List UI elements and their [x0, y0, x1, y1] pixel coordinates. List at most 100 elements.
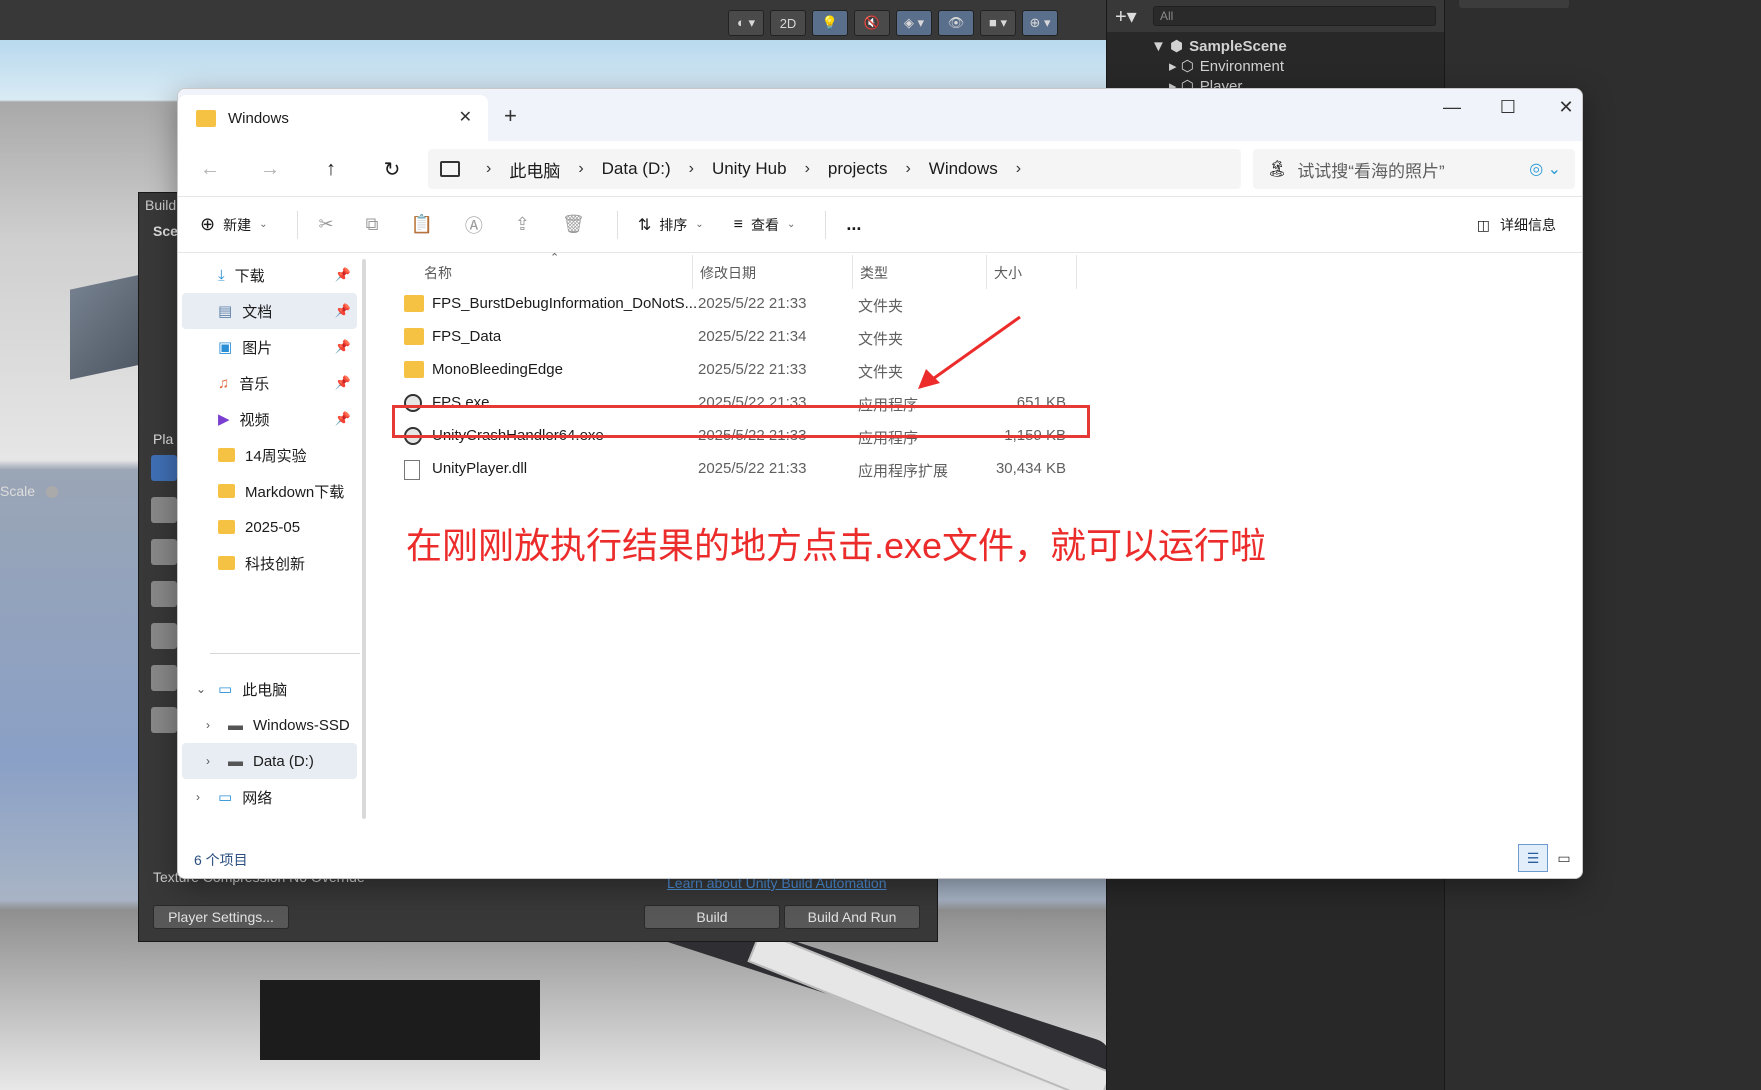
maximize-icon[interactable]: ☐ — [1488, 97, 1528, 118]
file-row[interactable]: UnityPlayer.dll 2025/5/22 21:33 应用程序扩展 3… — [376, 451, 1196, 488]
webgl-platform-icon[interactable] — [151, 539, 177, 565]
explorer-tab[interactable]: Windows ✕ — [178, 95, 488, 141]
sidebar-item-music[interactable]: ♫ 音乐 📌 — [182, 365, 357, 401]
view-button[interactable]: ≡ 查看 ⌄ — [734, 215, 796, 235]
sidebar-item-folder[interactable]: Markdown下载 — [182, 473, 357, 509]
file-date: 2025/5/22 21:34 — [698, 328, 807, 345]
rename-icon[interactable]: Ⓐ — [465, 212, 483, 238]
minimize-icon[interactable]: — — [1432, 97, 1472, 118]
close-tab-icon[interactable]: ✕ — [459, 107, 472, 127]
details-pane-button[interactable]: ◫ 详细信息 — [1477, 215, 1556, 235]
camera-icon[interactable]: ■ ▾ — [980, 10, 1016, 36]
close-window-icon[interactable]: ✕ — [1546, 97, 1582, 118]
android-platform-icon[interactable] — [151, 581, 177, 607]
add-icon[interactable]: +▾ — [1115, 4, 1145, 29]
gizmos-icon[interactable]: ⊕ ▾ — [1022, 10, 1058, 36]
paste-icon[interactable]: 📋 — [410, 214, 432, 235]
tiles-view-icon[interactable]: ▭ — [1552, 844, 1576, 872]
column-header-size[interactable]: 大小 — [994, 263, 1022, 283]
chevron-right-icon[interactable]: › — [206, 718, 210, 732]
sidebar-item-documents[interactable]: ▤ 文档 📌 — [182, 293, 357, 329]
sidebar-item-network[interactable]: › ▭ 网络 — [182, 779, 357, 815]
pin-icon[interactable]: 📌 — [335, 375, 351, 391]
ps4-platform-icon[interactable] — [151, 665, 177, 691]
effects-toggle-icon[interactable]: ◈ ▾ — [896, 10, 932, 36]
player-settings-button[interactable]: Player Settings... — [153, 905, 289, 929]
sidebar-item-folder[interactable]: 科技创新 — [182, 545, 357, 581]
column-divider[interactable] — [852, 255, 853, 289]
scale-slider-handle[interactable] — [46, 486, 58, 498]
sidebar-item-this-pc[interactable]: ⌄ ▭ 此电脑 — [182, 671, 357, 707]
breadcrumb-data-d[interactable]: Data (D:) — [602, 159, 671, 179]
file-row[interactable]: FPS_BurstDebugInformation_DoNotS... 2025… — [376, 286, 1196, 323]
column-divider[interactable] — [986, 255, 987, 289]
lighting-toggle-icon[interactable]: 💡 — [812, 10, 848, 36]
column-header-name[interactable]: 名称 — [424, 263, 452, 283]
chevron-down-icon[interactable]: ⌄ — [196, 682, 206, 696]
windows-platform-icon[interactable] — [151, 455, 177, 481]
file-row[interactable]: MonoBleedingEdge 2025/5/22 21:33 文件夹 — [376, 352, 1196, 389]
server-platform-icon[interactable] — [151, 497, 177, 523]
sort-button[interactable]: ⇅ 排序 ⌄ — [638, 215, 704, 235]
hierarchy-search-input[interactable]: All — [1153, 6, 1436, 26]
chevron-right-icon[interactable]: › — [1016, 160, 1021, 178]
pin-icon[interactable]: 📌 — [335, 339, 351, 355]
breadcrumb-projects[interactable]: projects — [828, 159, 888, 179]
share-icon[interactable]: ⇪ — [515, 214, 530, 235]
chevron-right-icon[interactable]: › — [905, 160, 910, 178]
inspector-tab[interactable] — [1459, 0, 1569, 8]
details-view-icon[interactable]: ☰ — [1518, 844, 1548, 872]
file-row[interactable]: FPS_Data 2025/5/22 21:34 文件夹 — [376, 319, 1196, 356]
sidebar-item-windows-ssd[interactable]: › ▬ Windows-SSD — [182, 707, 357, 743]
column-header-date[interactable]: 修改日期 — [700, 263, 756, 283]
more-button[interactable]: ... — [846, 214, 861, 235]
ios-platform-icon[interactable] — [151, 623, 177, 649]
sidebar-item-videos[interactable]: ▶ 视频 📌 — [182, 401, 357, 437]
breadcrumb-this-pc[interactable]: 此电脑 — [509, 157, 560, 182]
ps5-platform-icon[interactable] — [151, 707, 177, 733]
address-bar[interactable]: › 此电脑 › Data (D:) › Unity Hub › projects… — [428, 149, 1241, 189]
build-and-run-button[interactable]: Build And Run — [784, 905, 920, 929]
build-button[interactable]: Build — [644, 905, 780, 929]
chevron-right-icon[interactable]: › — [486, 160, 491, 178]
chevron-right-icon[interactable]: › — [689, 160, 694, 178]
chevron-right-icon[interactable]: › — [196, 790, 200, 804]
pin-icon[interactable]: 📌 — [335, 303, 351, 319]
column-divider[interactable] — [1076, 255, 1077, 289]
copy-icon[interactable]: ⧉ — [366, 214, 379, 235]
sidebar-item-label: 此电脑 — [242, 681, 288, 699]
copilot-icon[interactable]: ◎ ⌄ — [1529, 159, 1561, 179]
sidebar-item-downloads[interactable]: ⤓ 下载 📌 — [182, 257, 357, 293]
shading-mode-button[interactable]: ◐ ▾ — [728, 10, 764, 36]
visibility-toggle-icon[interactable]: 👁 — [938, 10, 974, 36]
column-header-type[interactable]: 类型 — [860, 263, 888, 283]
sidebar-item-label: 音乐 — [239, 375, 270, 393]
back-arrow-icon[interactable]: ← — [196, 155, 224, 183]
hierarchy-scene-item[interactable]: ▼ ⬢ SampleScene — [1107, 36, 1444, 56]
refresh-icon[interactable]: ↻ — [378, 155, 406, 183]
pin-icon[interactable]: 📌 — [335, 267, 351, 283]
pin-icon[interactable]: 📌 — [335, 411, 351, 427]
new-button[interactable]: ⊕ 新建 ⌄ — [200, 214, 267, 235]
chevron-right-icon[interactable]: › — [206, 754, 210, 768]
forward-arrow-icon[interactable]: → — [256, 155, 284, 183]
sidebar-item-data-d[interactable]: › ▬ Data (D:) — [182, 743, 357, 779]
audio-toggle-icon[interactable]: 🔇 — [854, 10, 890, 36]
sidebar-scrollbar[interactable] — [362, 259, 366, 819]
search-box[interactable]: 🏝 试试搜“看海的照片” ◎ ⌄ — [1253, 149, 1575, 189]
video-icon: ▶ — [218, 411, 230, 428]
sidebar-item-folder[interactable]: 14周实验 — [182, 437, 357, 473]
new-tab-icon[interactable]: + — [504, 103, 517, 129]
breadcrumb-windows[interactable]: Windows — [929, 159, 998, 179]
sidebar-item-pictures[interactable]: ▣ 图片 📌 — [182, 329, 357, 365]
column-divider[interactable] — [692, 255, 693, 289]
up-arrow-icon[interactable]: ↑ — [317, 155, 345, 183]
chevron-right-icon[interactable]: › — [805, 160, 810, 178]
hierarchy-item-environment[interactable]: ▸ ⬡ Environment — [1107, 56, 1444, 76]
chevron-right-icon[interactable]: › — [578, 160, 583, 178]
breadcrumb-unity-hub[interactable]: Unity Hub — [712, 159, 787, 179]
2d-toggle-button[interactable]: 2D — [770, 10, 806, 36]
cut-icon[interactable]: ✂ — [318, 214, 333, 235]
sidebar-item-folder[interactable]: 2025-05 — [182, 509, 357, 545]
delete-icon[interactable]: 🗑 — [562, 214, 585, 235]
